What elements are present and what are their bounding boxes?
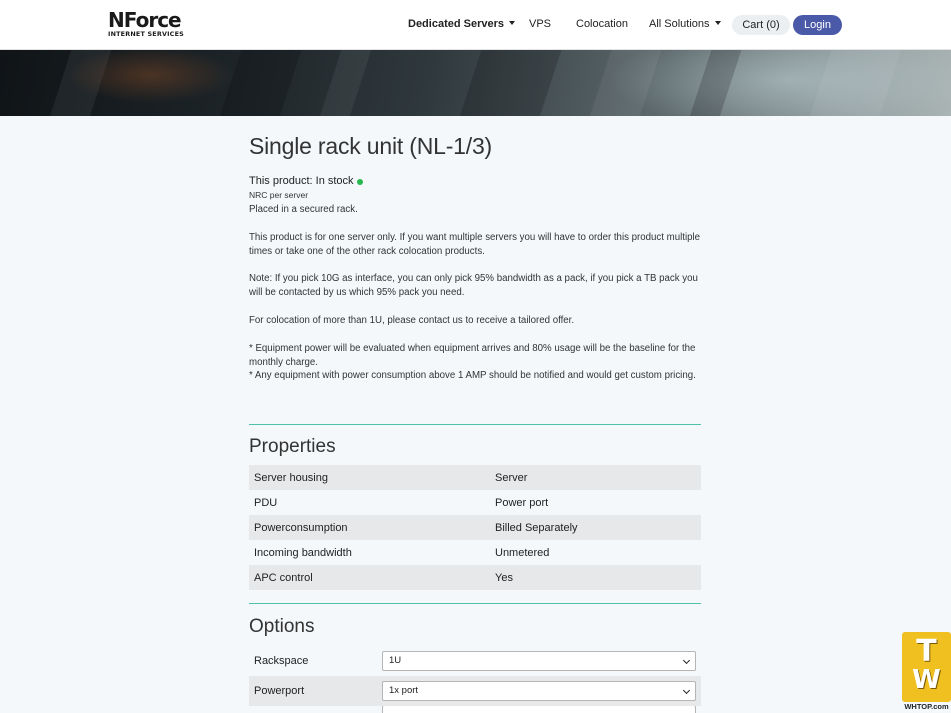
- description-power-consumption: * Any equipment with power consumption a…: [249, 370, 696, 381]
- nforce-logo[interactable]: NForce INTERNET SERVICES: [108, 10, 194, 40]
- property-value: Unmetered: [495, 546, 550, 559]
- property-key: Server housing: [254, 471, 328, 484]
- table-row: PDU Power port: [249, 490, 701, 515]
- nav-all-solutions[interactable]: All Solutions: [649, 18, 721, 30]
- property-value: Power port: [495, 496, 549, 509]
- option-label: Powerport: [254, 685, 305, 697]
- rackspace-select[interactable]: 1U: [382, 651, 696, 671]
- description-single-server: This product is for one server only. If …: [249, 232, 701, 257]
- in-stock-indicator-icon: [356, 179, 363, 185]
- nav-vps-label: VPS: [529, 18, 552, 30]
- watermark-url: WHTOP.com: [904, 702, 949, 711]
- top-navbar: NForce INTERNET SERVICES Dedicated Serve…: [0, 0, 951, 50]
- logo-wordmark: NForce: [108, 8, 182, 32]
- hero-banner-image: [0, 50, 951, 116]
- property-key: PDU: [254, 496, 278, 509]
- nav-dedicated-servers[interactable]: Dedicated Servers: [408, 18, 515, 30]
- option-row-rackspace: Rackspace 1U: [249, 646, 701, 676]
- whtop-watermark: T W WHTOP.com: [902, 632, 951, 713]
- nrc-note: NRC per server: [249, 190, 309, 200]
- nav-colocation-label: Colocation: [576, 18, 628, 30]
- chevron-down-icon: [682, 686, 691, 695]
- option-select[interactable]: [382, 706, 696, 713]
- logo-tagline: INTERNET SERVICES: [108, 30, 184, 38]
- section-divider: [249, 424, 701, 425]
- table-row: Powerconsumption Billed Separately: [249, 515, 701, 540]
- property-key: Incoming bandwidth: [254, 546, 352, 559]
- properties-heading: Properties: [249, 436, 336, 457]
- powerport-select[interactable]: 1x port: [382, 681, 696, 701]
- property-value: Yes: [495, 571, 513, 584]
- section-divider: [249, 603, 701, 604]
- caret-down-icon: [714, 21, 721, 25]
- properties-table: Server housing Server PDU Power port Pow…: [249, 465, 701, 590]
- nav-all-solutions-label: All Solutions: [649, 18, 710, 30]
- description-more-than-1u: For colocation of more than 1U, please c…: [249, 315, 575, 326]
- description-power-evaluation: * Equipment power will be evaluated when…: [249, 343, 696, 368]
- description-secured-rack: Placed in a secured rack.: [249, 204, 358, 215]
- watermark-letter-bottom: W: [912, 665, 941, 695]
- chevron-down-icon: [682, 656, 691, 665]
- option-row-partial: [249, 706, 701, 713]
- caret-down-icon: [509, 21, 515, 25]
- page-title: Single rack unit (NL-1/3): [249, 133, 492, 159]
- property-value: Billed Separately: [495, 521, 578, 534]
- stock-status-label: This product: In stock: [249, 175, 354, 187]
- option-row-powerport: Powerport 1x port: [249, 676, 701, 706]
- nav-dedicated-servers-label: Dedicated Servers: [408, 18, 504, 30]
- property-key: Powerconsumption: [254, 521, 348, 534]
- powerport-select-value: 1x port: [389, 685, 419, 696]
- property-key: APC control: [254, 571, 313, 584]
- login-button[interactable]: Login: [793, 15, 842, 35]
- nav-colocation[interactable]: Colocation: [576, 18, 628, 30]
- option-label: Rackspace: [254, 655, 309, 667]
- rackspace-select-value: 1U: [389, 655, 402, 666]
- description-10g-note: Note: If you pick 10G as interface, you …: [249, 273, 698, 298]
- options-heading: Options: [249, 616, 315, 637]
- table-row: Incoming bandwidth Unmetered: [249, 540, 701, 565]
- cart-button[interactable]: Cart (0): [732, 15, 790, 35]
- property-value: Server: [495, 471, 528, 484]
- nav-vps[interactable]: VPS: [529, 18, 551, 30]
- stock-status: This product: In stock: [249, 175, 363, 187]
- table-row: Server housing Server: [249, 465, 701, 490]
- table-row: APC control Yes: [249, 565, 701, 590]
- watermark-letter-top: T: [916, 634, 937, 669]
